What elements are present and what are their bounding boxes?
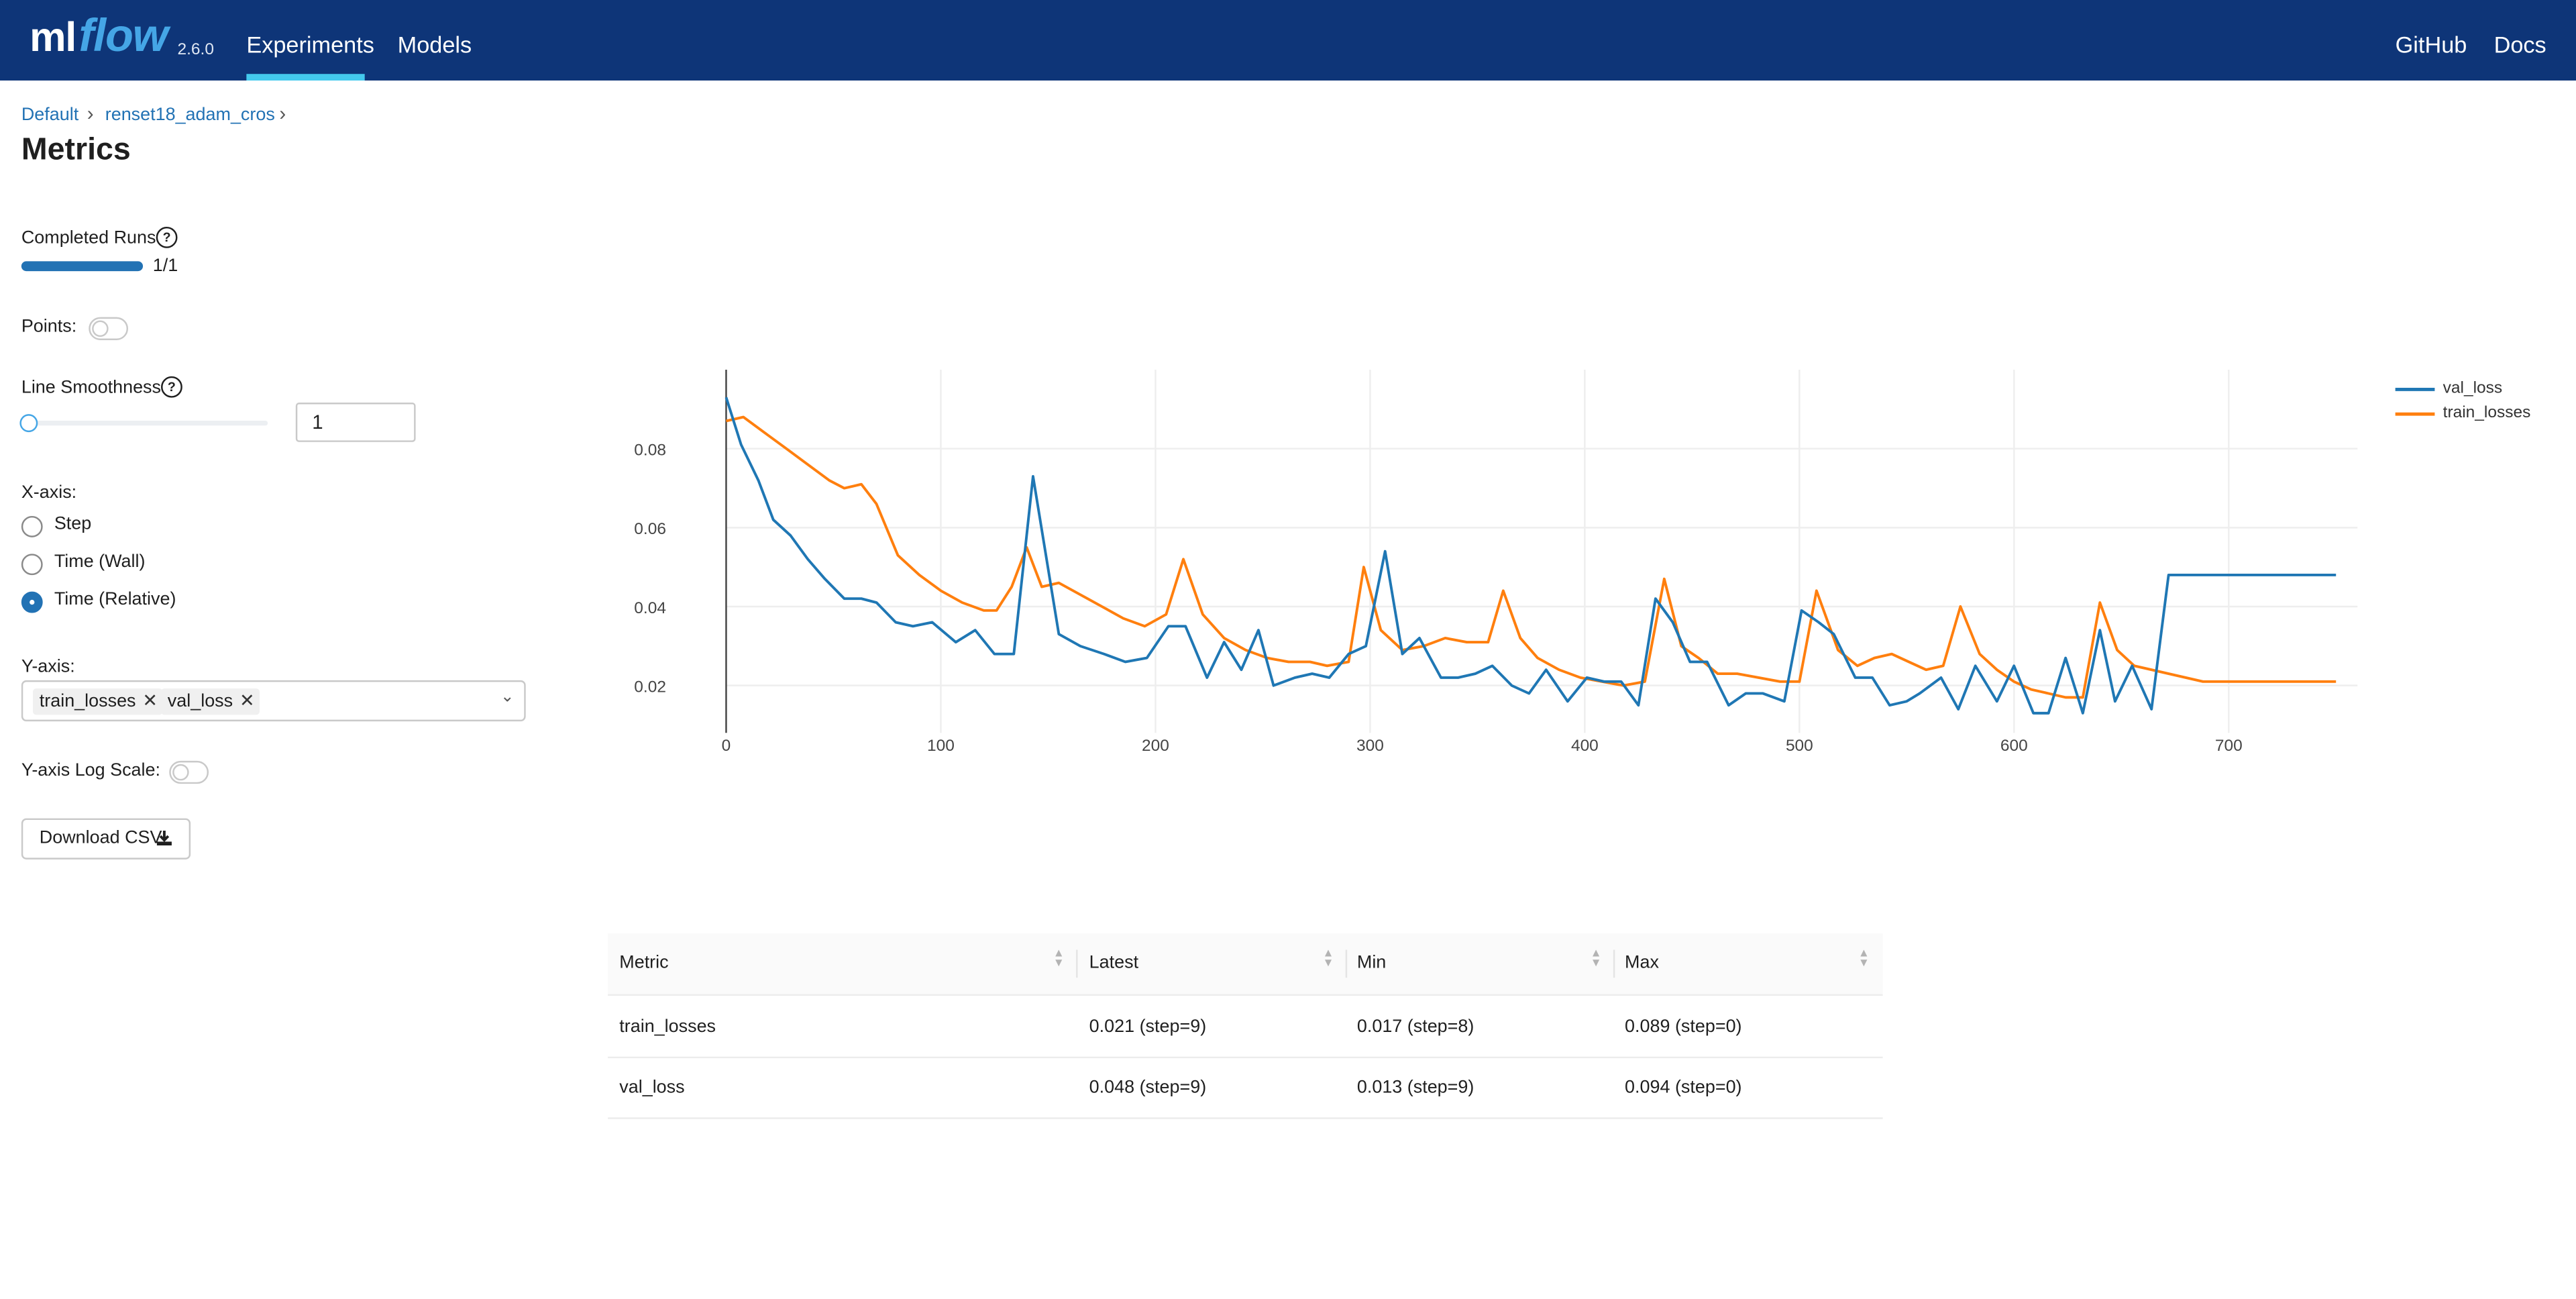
sort-icon[interactable]: ▲ ▼: [1858, 948, 1870, 970]
y-tick-label: 0.04: [634, 599, 666, 617]
question-circle-icon[interactable]: ?: [161, 376, 182, 398]
column-header-max[interactable]: Max: [1625, 953, 1659, 972]
download-csv-button[interactable]: Download CSV: [21, 818, 191, 860]
mlflow-logo-ml[interactable]: ml: [30, 15, 76, 62]
toggle-knob: [92, 320, 109, 337]
legend-item-train-losses[interactable]: train_losses: [2395, 404, 2560, 427]
breadcrumb-separator-icon: ›: [279, 101, 286, 125]
table-row: train_losses 0.021 (step=9) 0.017 (step=…: [608, 996, 1883, 1059]
cell-latest: 0.048 (step=9): [1089, 1078, 1207, 1098]
cell-max: 0.089 (step=0): [1625, 1017, 1742, 1037]
legend-label: val_loss: [2443, 379, 2503, 398]
nav-models[interactable]: Models: [398, 32, 472, 58]
legend-swatch: [2395, 412, 2435, 416]
y-log-scale-toggle[interactable]: [169, 760, 209, 784]
toggle-knob: [172, 764, 189, 781]
completed-runs-label: Completed Runs: [21, 228, 156, 248]
column-header-latest[interactable]: Latest: [1089, 953, 1138, 972]
points-label: Points:: [21, 317, 77, 337]
top-navbar: ml flow 2.6.0 Experiments Models GitHub …: [0, 0, 2576, 81]
smoothness-input[interactable]: [295, 403, 416, 442]
cell-min: 0.013 (step=9): [1356, 1078, 1474, 1098]
y-axis-label: Y-axis:: [21, 657, 75, 677]
version-label: 2.6.0: [177, 41, 214, 60]
nav-experiments[interactable]: Experiments: [246, 32, 374, 58]
sort-icon[interactable]: ▲ ▼: [1322, 948, 1334, 970]
x-axis-radio-wall[interactable]: [21, 554, 43, 576]
cell-min: 0.017 (step=8): [1356, 1017, 1474, 1037]
nav-active-indicator: [246, 74, 365, 81]
column-divider: [1076, 949, 1078, 978]
x-tick-label: 300: [1356, 737, 1384, 755]
x-axis-radio-step[interactable]: [21, 515, 43, 537]
breadcrumb-default[interactable]: Default: [21, 105, 78, 125]
x-axis-radio-relative[interactable]: [21, 591, 43, 613]
download-icon: [156, 830, 172, 846]
x-tick-label: 100: [927, 737, 955, 755]
nav-github[interactable]: GitHub: [2396, 32, 2467, 58]
metric-tag: val_loss ✕: [161, 688, 260, 715]
column-divider: [1345, 949, 1348, 978]
breadcrumb-separator-icon: ›: [87, 101, 94, 125]
cell-metric: train_losses: [619, 1017, 716, 1037]
line-smoothness-label: Line Smoothness: [21, 378, 162, 398]
download-csv-label: Download CSV: [39, 828, 162, 848]
nav-docs[interactable]: Docs: [2494, 32, 2546, 58]
x-tick-label: 200: [1142, 737, 1169, 755]
cell-latest: 0.021 (step=9): [1089, 1017, 1207, 1037]
legend-label: train_losses: [2443, 404, 2531, 423]
y-axis-metric-select[interactable]: train_losses ✕ val_loss ✕ ⌄: [21, 680, 526, 722]
y-tick-label: 0.06: [634, 520, 666, 538]
metric-tag-label: train_losses: [39, 692, 136, 712]
legend-item-val-loss[interactable]: val_loss: [2395, 379, 2560, 403]
metrics-line-chart[interactable]: 0 100 200 300 400 500 600 700 0.02 0.04 0.06 0.08: [575, 362, 2382, 772]
series-line-val-loss: [724, 397, 2337, 715]
sort-icon[interactable]: ▲ ▼: [1053, 948, 1065, 970]
table-row: val_loss 0.048 (step=9) 0.013 (step=9) 0…: [608, 1057, 1883, 1119]
column-header-metric[interactable]: Metric: [619, 953, 668, 972]
question-circle-icon[interactable]: ?: [156, 226, 178, 248]
cell-metric: val_loss: [619, 1078, 685, 1098]
metric-tag: train_losses ✕: [32, 688, 163, 715]
table-header: Metric ▲ ▼ Latest ▲ ▼ Min ▲ ▼ Max ▲ ▼: [608, 933, 1883, 996]
breadcrumb-experiment[interactable]: renset18_adam_cros: [105, 105, 275, 125]
points-toggle[interactable]: [89, 317, 129, 340]
completed-runs-progress-fill: [21, 261, 144, 272]
column-header-min[interactable]: Min: [1357, 953, 1386, 972]
x-tick-label: 600: [2000, 737, 2028, 755]
metrics-page: ml flow 2.6.0 Experiments Models GitHub …: [0, 0, 2576, 1298]
y-tick-label: 0.08: [634, 441, 666, 459]
x-axis-option-step[interactable]: Step: [54, 515, 91, 534]
x-axis-option-relative[interactable]: Time (Relative): [54, 590, 176, 609]
page-title: Metrics: [21, 133, 131, 168]
x-tick-label: 0: [722, 737, 731, 755]
close-icon[interactable]: ✕: [239, 692, 255, 711]
close-icon[interactable]: ✕: [142, 692, 158, 711]
chevron-down-icon[interactable]: ⌄: [500, 688, 515, 707]
x-tick-label: 400: [1571, 737, 1599, 755]
cell-max: 0.094 (step=0): [1625, 1078, 1742, 1098]
y-tick-label: 0.02: [634, 678, 666, 696]
smoothness-slider-handle[interactable]: [19, 414, 38, 433]
x-axis-label: X-axis:: [21, 483, 77, 503]
sort-icon[interactable]: ▲ ▼: [1591, 948, 1602, 970]
completed-runs-count: 1/1: [152, 256, 178, 276]
column-divider: [1613, 949, 1615, 978]
x-axis-option-wall[interactable]: Time (Wall): [54, 552, 146, 572]
smoothness-slider-track[interactable]: [21, 420, 268, 426]
completed-runs-progress: [21, 261, 144, 272]
mlflow-logo-flow[interactable]: flow: [79, 10, 168, 62]
metric-tag-label: val_loss: [167, 692, 233, 712]
y-log-scale-label: Y-axis Log Scale:: [21, 760, 161, 781]
x-tick-label: 700: [2215, 737, 2243, 755]
legend-swatch: [2395, 387, 2435, 391]
x-tick-label: 500: [1786, 737, 1813, 755]
